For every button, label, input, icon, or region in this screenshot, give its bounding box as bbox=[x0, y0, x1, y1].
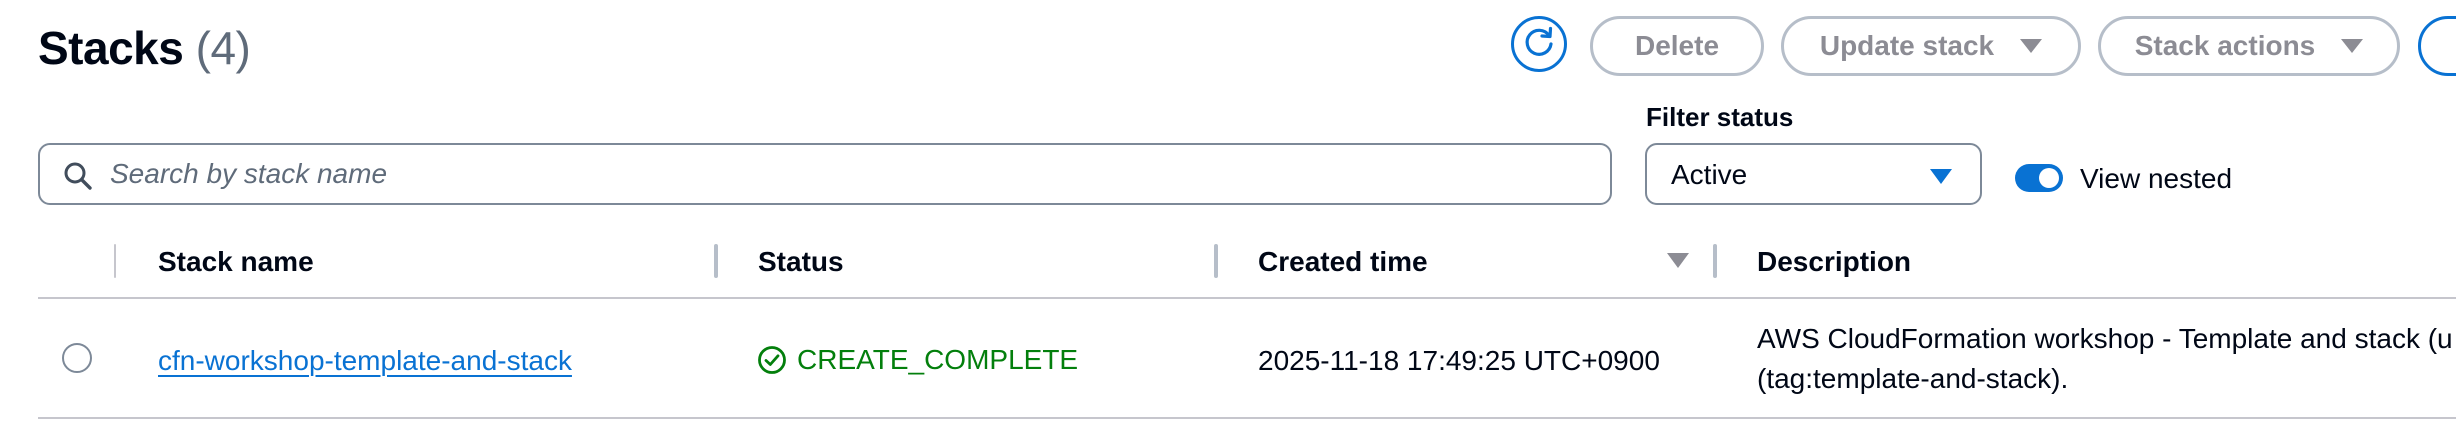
created-time-value: 2025-11-18 17:49:25 UTC+0900 bbox=[1258, 345, 1660, 376]
delete-button[interactable]: Delete bbox=[1590, 16, 1764, 76]
column-resizer[interactable] bbox=[1713, 244, 1717, 278]
filter-status-select[interactable]: Active bbox=[1645, 143, 1982, 205]
refresh-button[interactable] bbox=[1511, 16, 1567, 72]
page-title: Stacks (4) bbox=[38, 20, 251, 76]
sort-descending-icon[interactable] bbox=[1667, 253, 1689, 268]
page-title-text: Stacks bbox=[38, 22, 184, 74]
row-select-radio[interactable] bbox=[62, 343, 92, 373]
description-line: (tag:template-and-stack). bbox=[1757, 363, 2069, 394]
view-nested-label: View nested bbox=[2080, 163, 2233, 194]
toggle-knob bbox=[2039, 168, 2059, 188]
view-nested-toggle[interactable] bbox=[2015, 164, 2063, 192]
update-stack-button-label: Update stack bbox=[1819, 30, 1995, 61]
search-icon bbox=[62, 160, 94, 197]
table-header-divider bbox=[38, 297, 2456, 299]
filter-status-label: Filter status bbox=[1646, 102, 1794, 132]
column-resizer[interactable] bbox=[714, 244, 718, 278]
column-header-description[interactable]: Description bbox=[1757, 246, 1911, 278]
caret-down-icon bbox=[2020, 39, 2043, 53]
column-header-stack-name[interactable]: Stack name bbox=[158, 246, 314, 278]
column-divider bbox=[114, 244, 116, 278]
caret-down-icon bbox=[1930, 169, 1952, 184]
search-input[interactable] bbox=[110, 145, 1590, 203]
column-header-status[interactable]: Status bbox=[758, 246, 844, 278]
status-text: CREATE_COMPLETE bbox=[797, 344, 1079, 375]
stack-actions-button[interactable]: Stack actions bbox=[2098, 16, 2400, 76]
table-row-divider bbox=[38, 417, 2456, 419]
search-field[interactable] bbox=[38, 143, 1612, 205]
stack-count: (4) bbox=[195, 22, 251, 74]
delete-button-label: Delete bbox=[1634, 30, 1720, 61]
stack-actions-button-label: Stack actions bbox=[2134, 30, 2316, 61]
refresh-icon bbox=[1522, 25, 1556, 64]
filter-status-value: Active bbox=[1671, 159, 1748, 190]
description-line: AWS CloudFormation workshop - Template a… bbox=[1757, 323, 2453, 354]
stack-name-link[interactable]: cfn-workshop-template-and-stack bbox=[158, 343, 572, 379]
update-stack-button[interactable]: Update stack bbox=[1781, 16, 2081, 76]
status-indicator: CREATE_COMPLETE bbox=[757, 342, 1078, 378]
column-resizer[interactable] bbox=[1214, 244, 1218, 278]
caret-down-icon bbox=[2341, 39, 2364, 53]
description-value: AWS CloudFormation workshop - Template a… bbox=[1757, 319, 2453, 399]
check-circle-icon bbox=[757, 345, 787, 375]
column-header-created-time[interactable]: Created time bbox=[1258, 246, 1428, 278]
create-stack-button[interactable] bbox=[2418, 16, 2456, 76]
